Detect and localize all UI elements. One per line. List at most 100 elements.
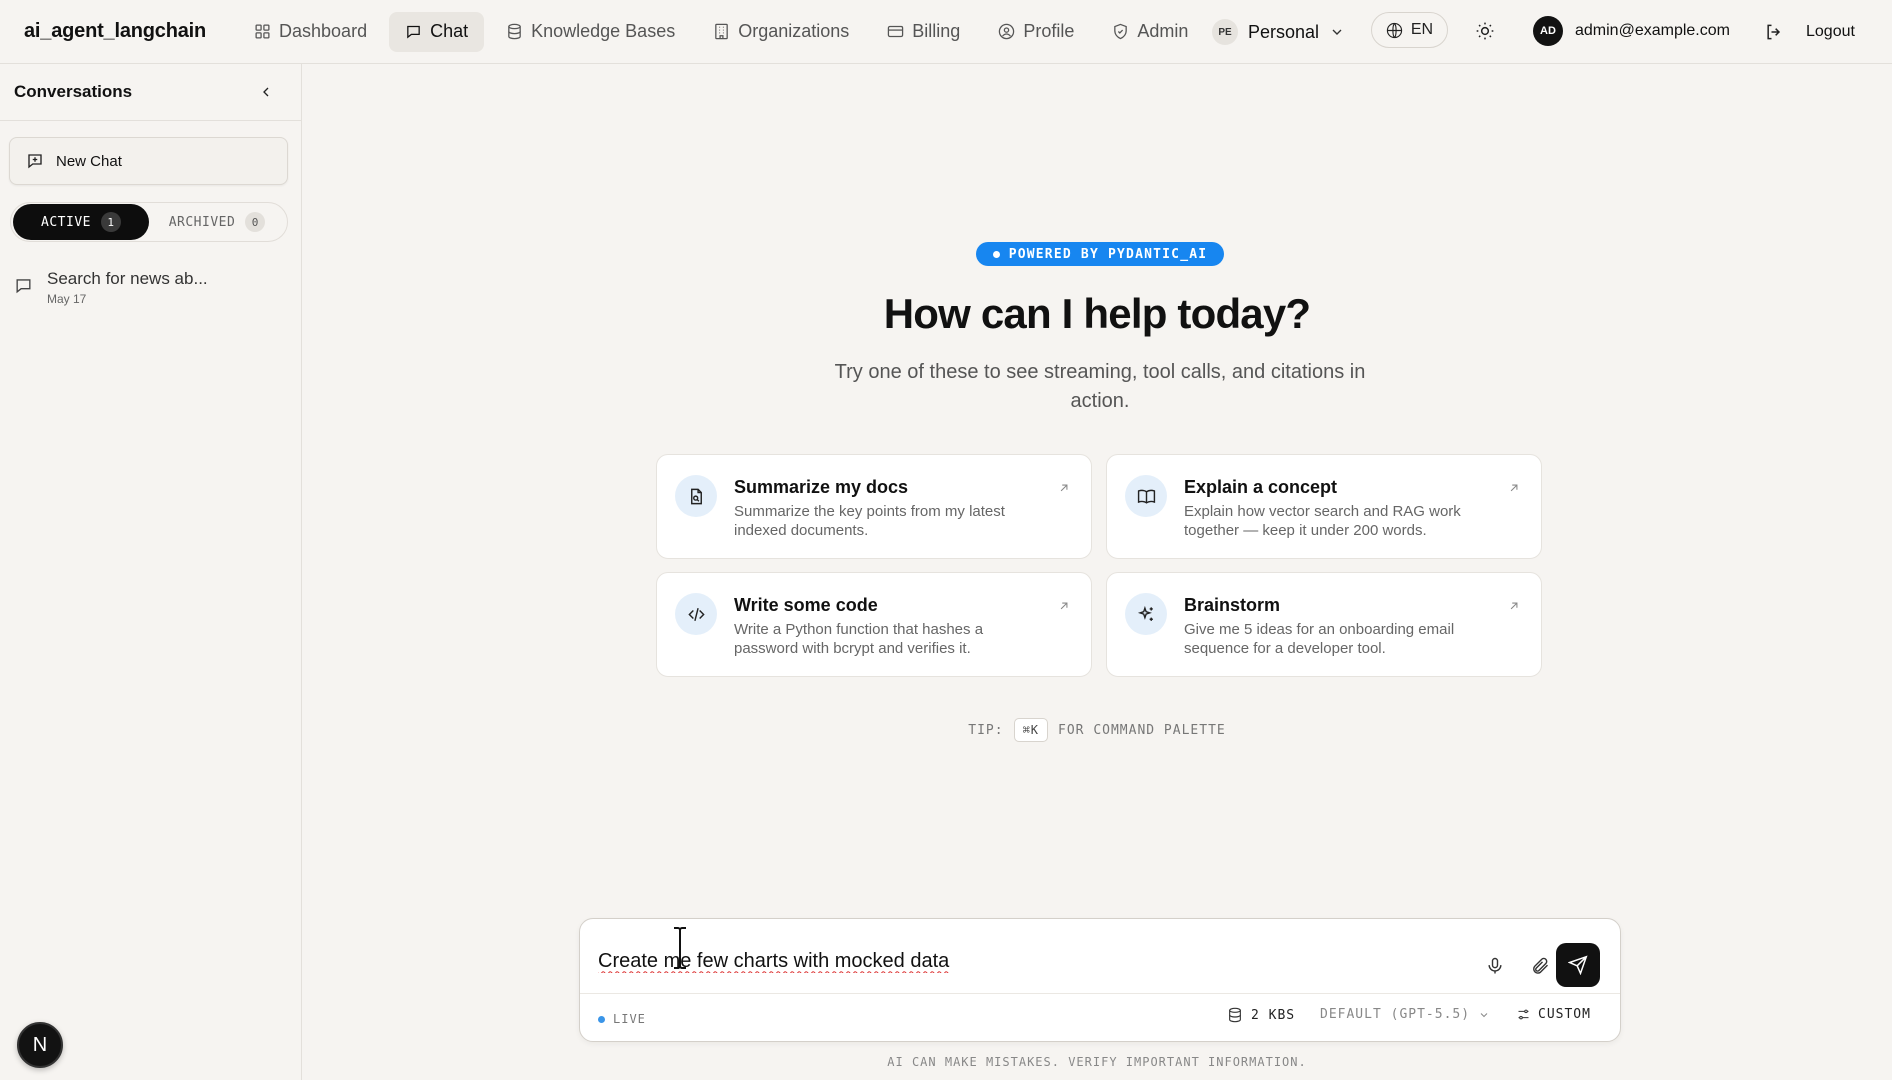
suggestion-card-explain[interactable]: Explain a concept Explain how vector sea… — [1106, 454, 1542, 559]
card-title: Write some code — [734, 595, 878, 615]
live-status: LIVE — [598, 1012, 646, 1026]
ai-disclaimer: AI CAN MAKE MISTAKES. VERIFY IMPORTANT I… — [887, 1055, 1307, 1069]
user-menu[interactable]: AD admin@example.com — [1533, 15, 1730, 47]
composer-divider — [580, 993, 1620, 994]
conversation-text: Search for news ab... May 17 — [47, 268, 208, 312]
user-circle-icon — [998, 23, 1015, 40]
nav-item-label: Chat — [430, 21, 469, 41]
chat-plus-icon — [26, 152, 44, 170]
count-badge: 1 — [100, 212, 121, 232]
send-icon — [1568, 955, 1588, 975]
live-label: LIVE — [613, 1012, 646, 1026]
chevron-left-icon — [258, 84, 274, 100]
microphone-icon — [1485, 956, 1505, 976]
nav-item-chat[interactable]: Chat — [389, 11, 485, 52]
tab-label: ARCHIVED — [168, 214, 236, 230]
tab-active[interactable]: ACTIVE 1 — [13, 204, 149, 240]
brand-logo[interactable]: ai_agent_langchain — [24, 20, 206, 43]
workspace-label: Personal — [1248, 21, 1320, 42]
sun-icon — [1475, 21, 1495, 41]
knowledge-bases-selector[interactable]: 2 KBS — [1227, 1007, 1295, 1023]
tab-label: ACTIVE — [41, 214, 91, 230]
card-title: Summarize my docs — [734, 477, 909, 497]
dev-tools-badge[interactable]: N — [17, 1022, 63, 1068]
suggestion-card-code[interactable]: Write some code Write a Python function … — [656, 572, 1092, 677]
conversation-item[interactable]: Search for news ab... May 17 — [14, 268, 288, 312]
text-cursor-icon — [674, 927, 686, 969]
message-icon — [14, 268, 33, 312]
card-title: Brainstorm — [1184, 595, 1281, 615]
arrow-up-right-icon — [1057, 481, 1071, 495]
theme-toggle-button[interactable] — [1470, 16, 1500, 46]
card-description: Explain how vector search and RAG work t… — [1184, 503, 1461, 539]
nav-item-organizations[interactable]: Organizations — [697, 12, 865, 52]
nav-item-knowledge-bases[interactable]: Knowledge Bases — [490, 12, 691, 52]
sidebar-title: Conversations — [14, 82, 133, 101]
language-switcher[interactable]: EN — [1371, 12, 1448, 48]
count-badge: 0 — [245, 212, 266, 232]
conversation-title: Search for news ab... — [47, 269, 208, 288]
nav-item-label: Organizations — [738, 21, 850, 41]
avatar: AD — [1533, 16, 1563, 46]
message-input[interactable] — [598, 941, 1458, 981]
status-dot — [992, 250, 1000, 258]
arrow-up-right-icon — [1507, 599, 1521, 613]
nav-item-label: Dashboard — [279, 21, 368, 41]
nav-item-label: Admin — [1137, 21, 1189, 41]
conversation-date: May 17 — [47, 292, 87, 306]
language-label: EN — [1410, 21, 1434, 38]
tip-prefix: TIP: — [968, 722, 1004, 738]
suggestion-card-summarize[interactable]: Summarize my docs Summarize the key poin… — [656, 454, 1092, 559]
tab-archived[interactable]: ARCHIVED 0 — [149, 204, 285, 240]
custom-settings-button[interactable]: CUSTOM — [1516, 1007, 1591, 1022]
globe-icon — [1386, 22, 1403, 39]
page-subtitle: Try one of these to see streaming, tool … — [834, 361, 1366, 412]
top-navigation: ai_agent_langchain Dashboard Chat Knowle… — [0, 0, 1892, 64]
new-chat-button[interactable]: New Chat — [9, 137, 288, 185]
logout-button[interactable]: Logout — [1764, 16, 1855, 48]
chevron-down-icon — [1329, 24, 1345, 40]
page-title: How can I help today? — [883, 290, 1311, 337]
grid-icon — [254, 23, 271, 40]
database-icon — [1227, 1007, 1243, 1023]
microphone-button[interactable] — [1484, 955, 1506, 977]
nav-item-billing[interactable]: Billing — [871, 12, 976, 52]
shield-icon — [1112, 23, 1129, 40]
workspace-switcher[interactable]: PE Personal — [1212, 16, 1345, 48]
card-description: Give me 5 ideas for an onboarding email … — [1184, 621, 1455, 657]
file-search-icon — [675, 475, 717, 517]
nav-item-admin[interactable]: Admin — [1096, 12, 1204, 52]
card-icon — [887, 23, 904, 40]
logout-icon — [1764, 22, 1784, 42]
book-icon — [1125, 475, 1167, 517]
powered-by-badge: POWERED BY PYDANTIC_AI — [976, 242, 1224, 266]
status-dot — [598, 1015, 605, 1023]
workspace-badge: PE — [1212, 19, 1238, 45]
nav-item-profile[interactable]: Profile — [982, 12, 1090, 52]
nav-item-dashboard[interactable]: Dashboard — [238, 12, 383, 52]
conversations-sidebar: Conversations New Chat ACTIVE 1 ARCHIVED… — [0, 64, 302, 1080]
main-nav: Dashboard Chat Knowledge Bases Organizat… — [238, 11, 1204, 52]
arrow-up-right-icon — [1507, 481, 1521, 495]
arrow-up-right-icon — [1057, 599, 1071, 613]
building-icon — [713, 23, 730, 40]
send-button[interactable] — [1556, 943, 1600, 987]
suggestion-card-brainstorm[interactable]: Brainstorm Give me 5 ideas for an onboar… — [1106, 572, 1542, 677]
custom-label: CUSTOM — [1538, 1007, 1591, 1022]
attach-button[interactable] — [1529, 955, 1551, 977]
new-chat-label: New Chat — [56, 152, 122, 170]
kbs-label: 2 KBS — [1251, 1007, 1296, 1023]
badge-letter: N — [32, 1033, 48, 1056]
conversation-filter-tabs: ACTIVE 1 ARCHIVED 0 — [10, 202, 288, 242]
paperclip-icon — [1530, 956, 1550, 976]
chevron-down-icon — [1478, 1009, 1490, 1021]
nav-item-label: Profile — [1023, 21, 1075, 41]
code-icon — [675, 593, 717, 635]
database-icon — [506, 23, 523, 40]
card-title: Explain a concept — [1184, 477, 1338, 497]
collapse-sidebar-button[interactable] — [255, 81, 277, 103]
model-selector[interactable]: DEFAULT (GPT-5.5) — [1320, 1007, 1490, 1022]
sidebar-header: Conversations — [0, 64, 301, 121]
command-palette-tip: TIP: ⌘K FOR COMMAND PALETTE — [302, 718, 1892, 742]
powered-by-label: POWERED BY PYDANTIC_AI — [1008, 246, 1208, 262]
